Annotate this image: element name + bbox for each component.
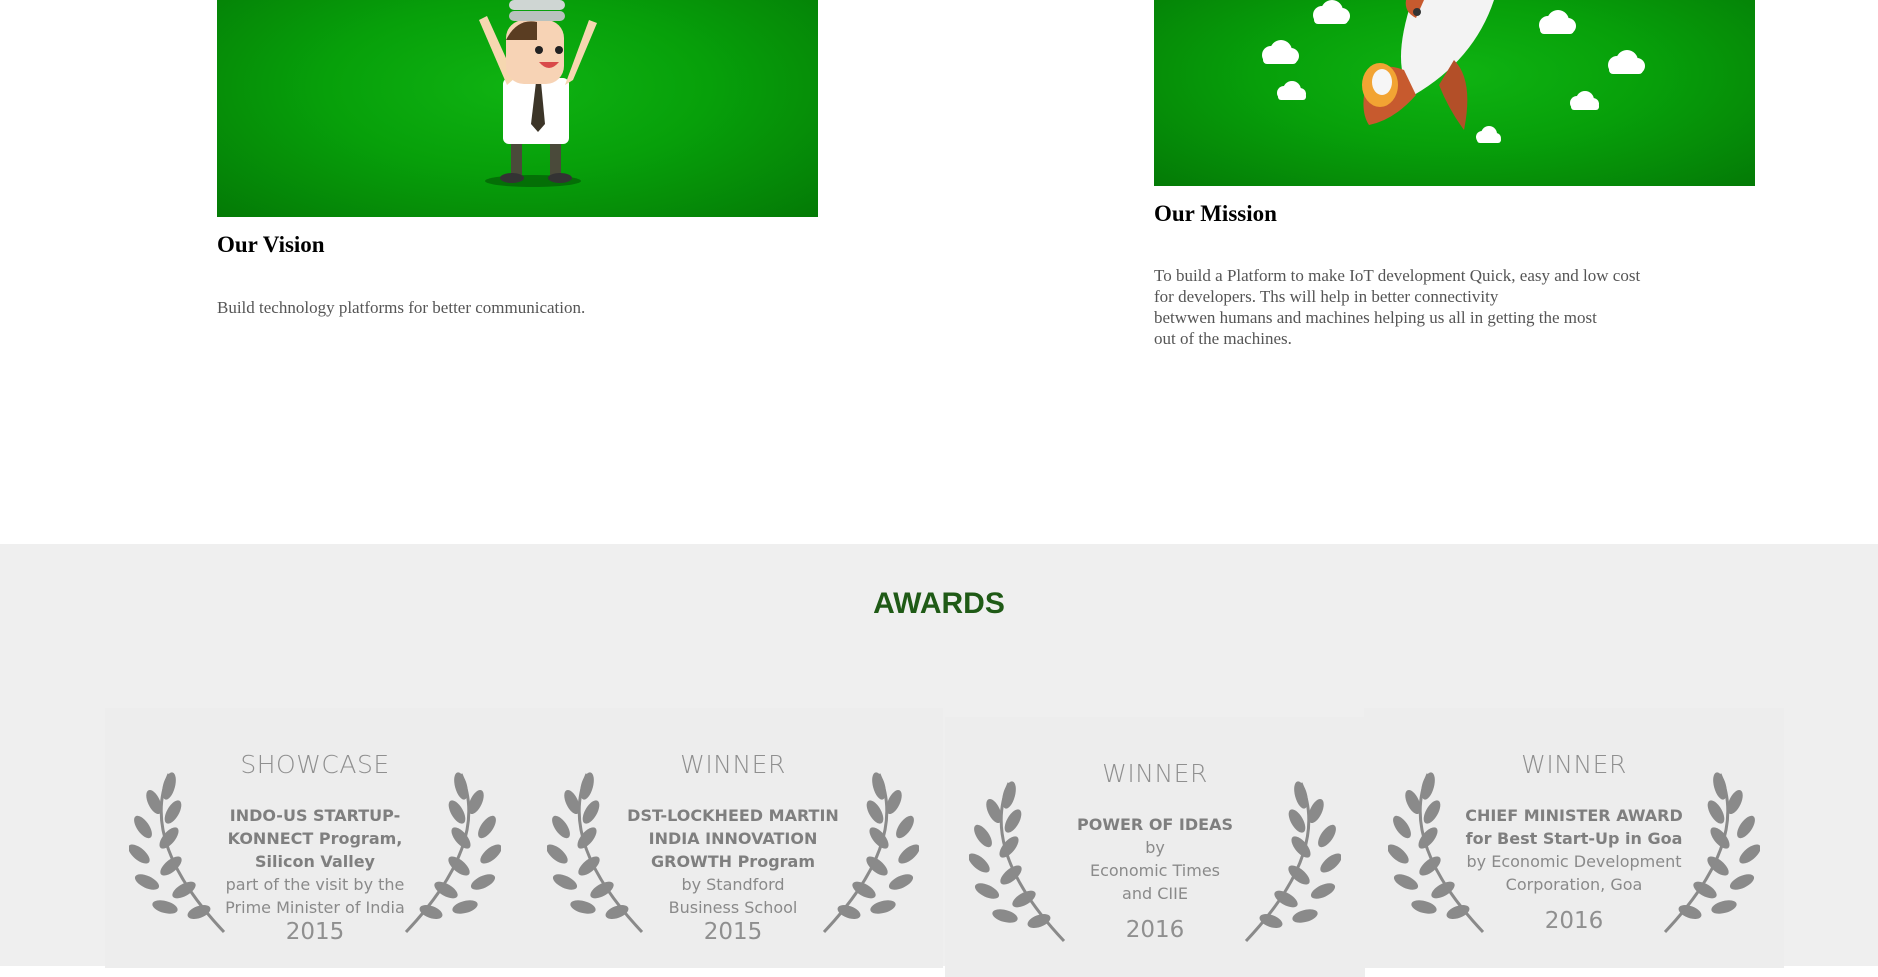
mission-text-line: betwwen humans and machines helping us a… xyxy=(1154,308,1597,327)
award-year: 2016 xyxy=(1544,908,1604,934)
award-name-line: for Best Start-Up in Goa xyxy=(1465,829,1683,848)
awards-title: AWARDS xyxy=(873,587,1005,620)
award-year: 2015 xyxy=(703,919,763,945)
award-kind: SHOWCASE xyxy=(240,750,390,779)
award-detail-line: and CIIE xyxy=(1122,884,1188,903)
award-body: INDO-US STARTUP- KONNECT Program, Silico… xyxy=(105,804,525,945)
award-name-line: KONNECT Program, xyxy=(227,829,403,848)
award-card: WINNER POWER OF IDEAS by Economic Times … xyxy=(945,717,1365,977)
award-card: SHOWCASE INDO-US STARTUP- KONNECT Progra… xyxy=(105,708,525,968)
vision-illustration xyxy=(217,0,818,217)
award-kind: WINNER xyxy=(680,750,786,779)
mission-text-line: out of the machines. xyxy=(1154,329,1292,348)
award-detail-line: by Economic Development xyxy=(1466,852,1682,871)
award-name-line: GROWTH Program xyxy=(651,852,815,871)
rocket-icon xyxy=(1362,0,1494,130)
award-card: WINNER CHIEF MINISTER AWARD for Best Sta… xyxy=(1364,708,1784,968)
rocket-illustration xyxy=(1262,0,1645,143)
award-detail-line: by xyxy=(1145,838,1165,857)
awards-section: AWARDS SHOWCASE INDO-US STARTUP- KONNECT… xyxy=(0,544,1878,977)
mission-illustration xyxy=(1154,0,1755,186)
award-detail-line: by Standford xyxy=(681,875,785,894)
mission-text-line: To build a Platform to make IoT developm… xyxy=(1154,266,1641,285)
award-body: POWER OF IDEAS by Economic Times and CII… xyxy=(945,813,1365,943)
award-detail-line: Economic Times xyxy=(1089,861,1221,880)
mission-text-line: for developers. Ths will help in better … xyxy=(1154,287,1499,306)
award-name-line: POWER OF IDEAS xyxy=(1077,815,1233,834)
award-year: 2015 xyxy=(285,919,345,945)
award-name-line: INDIA INNOVATION xyxy=(648,829,818,848)
award-detail-line: Prime Minister of India xyxy=(225,898,405,917)
award-name-line: INDO-US STARTUP- xyxy=(229,806,401,825)
award-year: 2016 xyxy=(1125,917,1185,943)
award-name-line: CHIEF MINISTER AWARD xyxy=(1465,806,1683,825)
vision-title: Our Vision xyxy=(217,232,325,257)
award-card: WINNER DST-LOCKHEED MARTIN INDIA INNOVAT… xyxy=(523,708,943,968)
award-kind: WINNER xyxy=(1521,750,1627,779)
award-name-line: Silicon Valley xyxy=(255,852,375,871)
award-detail-line: Corporation, Goa xyxy=(1505,875,1643,894)
award-detail-line: Business School xyxy=(668,898,798,917)
award-body: DST-LOCKHEED MARTIN INDIA INNOVATION GRO… xyxy=(523,804,943,945)
mission-title: Our Mission xyxy=(1154,201,1277,226)
vision-text: Build technology platforms for better co… xyxy=(217,298,586,317)
award-name-line: DST-LOCKHEED MARTIN xyxy=(627,806,839,825)
award-detail-line: part of the visit by the xyxy=(225,875,405,894)
award-body: CHIEF MINISTER AWARD for Best Start-Up i… xyxy=(1364,804,1784,934)
award-kind: WINNER xyxy=(1102,759,1208,788)
lightbulb-man-illustration xyxy=(479,0,597,187)
mission-text: To build a Platform to make IoT developm… xyxy=(1154,265,1714,349)
